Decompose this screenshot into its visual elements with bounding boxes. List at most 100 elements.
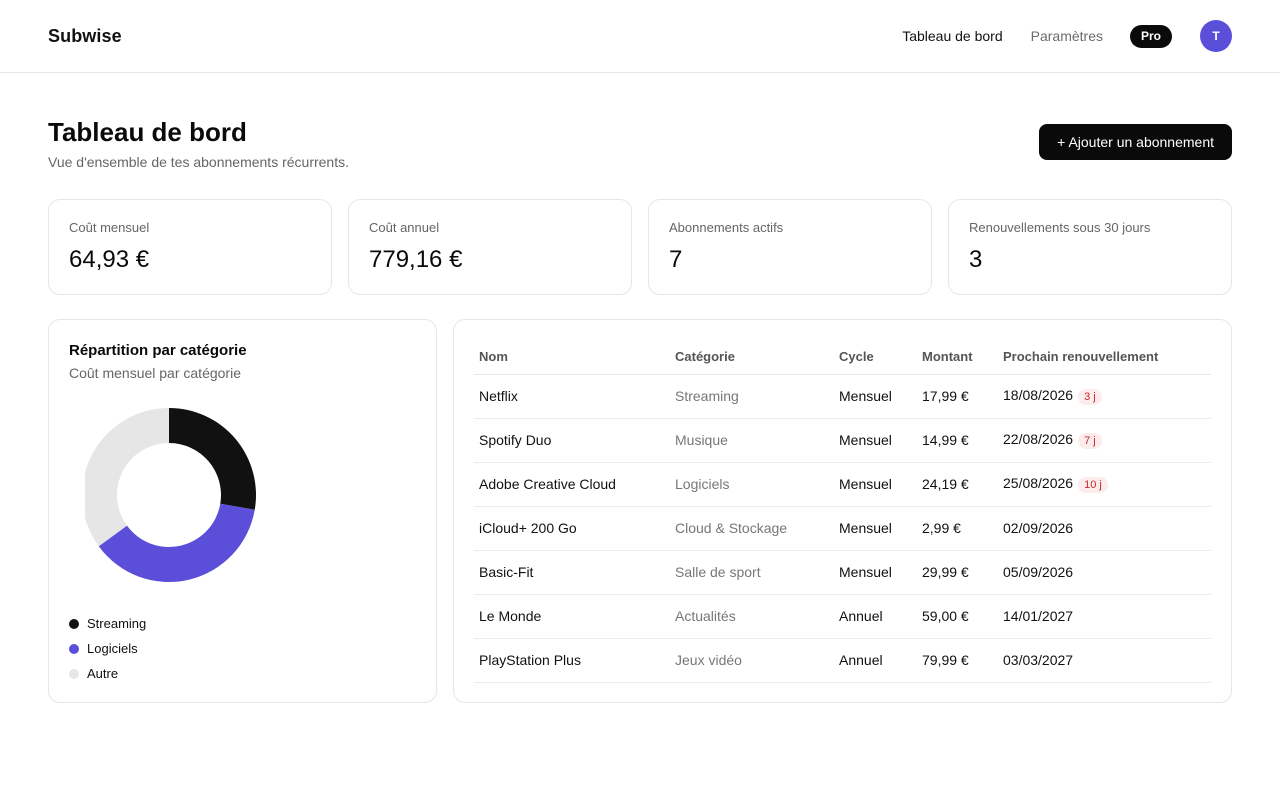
- cell-amount-text: 2,99 €: [922, 520, 961, 536]
- cell-next-renewal: 18/08/2026 3 j: [998, 374, 1211, 419]
- content-row: Répartition par catégorie Coût mensuel p…: [48, 319, 1232, 703]
- cell-next-renewal: 22/08/2026 7 j: [998, 418, 1211, 463]
- cell-category-text: Streaming: [675, 388, 739, 404]
- table-row[interactable]: Netflix Streaming Mensuel 17,99 € 18/08/2026…: [474, 374, 1211, 419]
- main-nav: Tableau de bord Paramètres Pro T: [902, 20, 1232, 52]
- cell-cycle-text: Annuel: [839, 608, 883, 624]
- legend-color-dot: [69, 618, 79, 629]
- nav-settings[interactable]: Paramètres: [1031, 28, 1103, 44]
- chart-subtitle: Coût mensuel par catégorie: [69, 365, 241, 381]
- cell-cycle-text: Mensuel: [839, 564, 892, 580]
- cell-next-renewal-text: 14/01/2027: [1003, 608, 1074, 624]
- legend-color-dot: [69, 643, 79, 654]
- cell-name-text: Le Monde: [479, 608, 542, 624]
- cell-cycle-text: Mensuel: [839, 476, 892, 492]
- legend-label: Logiciels: [87, 641, 138, 656]
- cell-name: Spotify Duo: [474, 418, 670, 463]
- cell-cycle: Annuel: [834, 638, 917, 683]
- stat-value: 64,93 €: [69, 246, 150, 273]
- main-content: Tableau de bord Vue d'ensemble de tes ab…: [0, 117, 1280, 703]
- donut-slice-streaming[interactable]: [169, 408, 256, 510]
- cell-next-renewal-text: 03/03/2027: [1003, 652, 1074, 668]
- chart-title: Répartition par catégorie: [69, 342, 247, 359]
- cell-name-text: Basic-Fit: [479, 564, 534, 580]
- cell-next-renewal: 05/09/2026: [998, 550, 1211, 595]
- table-row[interactable]: Spotify Duo Musique Mensuel 14,99 € 22/08/20…: [474, 418, 1211, 463]
- cell-cycle: Mensuel: [834, 418, 917, 463]
- legend-item: Autre: [69, 661, 146, 686]
- col-header-category[interactable]: Catégorie: [670, 340, 834, 375]
- table-row[interactable]: iCloud+ 200 Go Cloud & Stockage Mensuel 2,9…: [474, 506, 1211, 551]
- category-donut-chart: [85, 408, 256, 582]
- table-row[interactable]: Basic-Fit Salle de sport Mensuel 29,99 € 05/…: [474, 550, 1211, 595]
- cell-cycle: Mensuel: [834, 506, 917, 551]
- col-header-next-renewal[interactable]: Prochain renouvellement: [998, 340, 1211, 375]
- cell-category: Actualités: [670, 594, 834, 639]
- cell-cycle-text: Mensuel: [839, 388, 892, 404]
- stat-label: Coût annuel: [369, 220, 440, 235]
- cell-amount: 59,00 €: [917, 594, 998, 639]
- col-header-cycle[interactable]: Cycle: [834, 340, 917, 375]
- category-chart-card: Répartition par catégorie Coût mensuel p…: [48, 319, 437, 703]
- subscriptions-table: Nom Catégorie Cycle Montant Prochain ren…: [474, 340, 1211, 683]
- cell-next-renewal-text: 25/08/2026: [1003, 475, 1074, 491]
- cell-amount-text: 24,19 €: [922, 476, 969, 492]
- table-row[interactable]: Le Monde Actualités Annuel 59,00 € 14/01/202…: [474, 594, 1211, 639]
- donut-slice-autre[interactable]: [85, 408, 169, 547]
- table-header-row: Nom Catégorie Cycle Montant Prochain ren…: [474, 340, 1211, 375]
- cell-name-text: PlayStation Plus: [479, 652, 581, 668]
- cell-category-text: Logiciels: [675, 476, 730, 492]
- stat-card-active-subscriptions: Abonnements actifs 7: [648, 199, 932, 295]
- col-header-amount[interactable]: Montant: [917, 340, 998, 375]
- cell-category-text: Actualités: [675, 608, 736, 624]
- cell-name-text: iCloud+ 200 Go: [479, 520, 577, 536]
- legend-label: Streaming: [87, 616, 147, 631]
- cell-name: Adobe Creative Cloud: [474, 462, 670, 507]
- stat-card-renewals-30-days: Renouvellements sous 30 jours 3: [948, 199, 1232, 295]
- cell-category: Jeux vidéo: [670, 638, 834, 683]
- cell-amount-text: 59,00 €: [922, 608, 969, 624]
- stat-value: 7: [669, 246, 683, 273]
- table-row[interactable]: PlayStation Plus Jeux vidéo Annuel 79,99 € 0…: [474, 638, 1211, 683]
- cell-next-renewal: 25/08/2026 10 j: [998, 462, 1211, 507]
- cell-amount-text: 29,99 €: [922, 564, 969, 580]
- table-row[interactable]: Adobe Creative Cloud Logiciels Mensuel 24,1…: [474, 462, 1211, 507]
- cell-amount: 2,99 €: [917, 506, 998, 551]
- table-body: Netflix Streaming Mensuel 17,99 € 18/08/2026…: [474, 374, 1211, 683]
- brand-logo[interactable]: Subwise: [48, 26, 122, 47]
- cell-next-renewal: 03/03/2027: [998, 638, 1211, 683]
- donut-slice-logiciels[interactable]: [98, 503, 255, 582]
- cell-category-text: Jeux vidéo: [675, 652, 742, 668]
- cell-cycle-text: Mensuel: [839, 520, 892, 536]
- stat-label: Coût mensuel: [69, 220, 150, 235]
- days-remaining-badge: 3 j: [1078, 389, 1102, 405]
- pro-plan-badge: Pro: [1129, 24, 1172, 48]
- cell-category-text: Salle de sport: [675, 564, 761, 580]
- page-header: Tableau de bord Vue d'ensemble de tes ab…: [48, 117, 1232, 170]
- stat-card-annual-cost: Coût annuel 779,16 €: [348, 199, 632, 295]
- page-title: Tableau de bord: [48, 117, 247, 147]
- cell-amount: 14,99 €: [917, 418, 998, 463]
- cell-next-renewal: 14/01/2027: [998, 594, 1211, 639]
- cell-category: Cloud & Stockage: [670, 506, 834, 551]
- cell-name: PlayStation Plus: [474, 638, 670, 683]
- nav-dashboard[interactable]: Tableau de bord: [902, 28, 1002, 44]
- col-header-name[interactable]: Nom: [474, 340, 670, 375]
- cell-next-renewal-text: 18/08/2026: [1003, 387, 1074, 403]
- cell-name-text: Adobe Creative Cloud: [479, 476, 616, 492]
- chart-legend: Streaming Logiciels Autre: [69, 611, 146, 686]
- cell-next-renewal-text: 22/08/2026: [1003, 431, 1074, 447]
- days-remaining-badge: 10 j: [1078, 477, 1108, 493]
- cell-name: Le Monde: [474, 594, 670, 639]
- cell-category: Logiciels: [670, 462, 834, 507]
- cell-amount-text: 14,99 €: [922, 432, 969, 448]
- stats-row: Coût mensuel 64,93 € Coût annuel 779,16 …: [48, 199, 1232, 295]
- user-avatar[interactable]: T: [1200, 20, 1232, 52]
- cell-amount-text: 79,99 €: [922, 652, 969, 668]
- stat-value: 779,16 €: [369, 246, 463, 273]
- cell-next-renewal-text: 02/09/2026: [1003, 520, 1074, 536]
- stat-label: Abonnements actifs: [669, 220, 784, 235]
- add-subscription-button[interactable]: + Ajouter un abonnement: [1039, 124, 1232, 160]
- cell-category-text: Musique: [675, 432, 728, 448]
- cell-cycle: Mensuel: [834, 550, 917, 595]
